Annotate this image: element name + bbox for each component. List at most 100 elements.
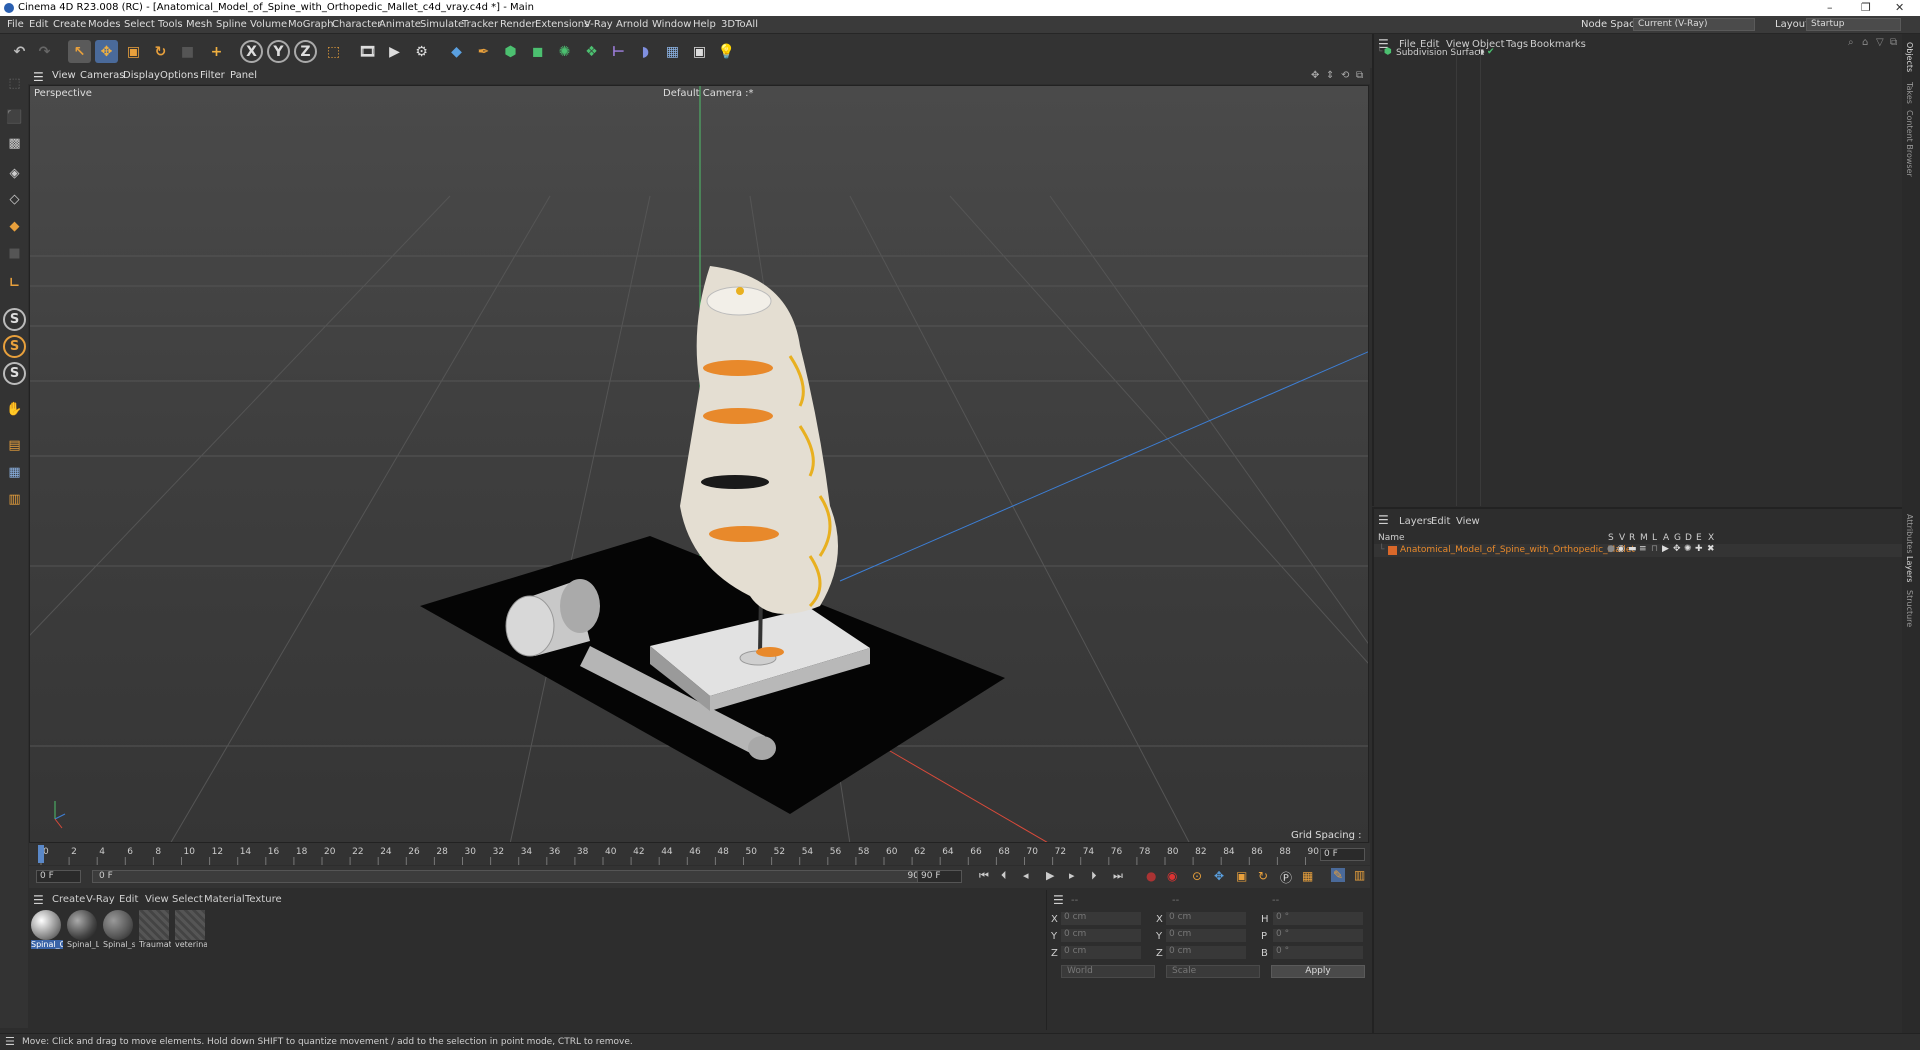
viewport-maximize-icon[interactable]: ⧉ [1356, 70, 1363, 81]
side-tab-layers[interactable]: Layers [1905, 556, 1914, 582]
cloner-icon[interactable]: ✺ [553, 40, 576, 63]
viewport-menu-panel[interactable]: Panel [230, 70, 257, 81]
camera-icon[interactable]: ▣ [688, 40, 711, 63]
end-frame-field[interactable]: 90 F [917, 870, 962, 883]
menu-mograph[interactable]: MoGraph [288, 19, 333, 30]
axis-mode-icon[interactable]: ∟ [3, 272, 26, 295]
goto-start-icon[interactable]: ⏮ [979, 869, 989, 883]
extrude-icon[interactable]: ◼ [526, 40, 549, 63]
points-mode-icon[interactable]: ◈ [3, 162, 26, 185]
workplane-icon[interactable]: ▤ [3, 434, 26, 457]
record-icon[interactable]: ● [1146, 869, 1156, 883]
add-tool-icon[interactable]: + [205, 40, 228, 63]
viewport-hamburger-icon[interactable]: ☰ [33, 70, 44, 84]
prev-frame-icon[interactable]: ◂ [1023, 869, 1029, 882]
next-frame-icon[interactable]: ▸ [1069, 869, 1075, 882]
prev-key-icon[interactable]: ⏴ [1001, 869, 1007, 883]
layer-deformers-icon[interactable]: ✺ [1684, 544, 1692, 554]
redo-icon[interactable]: ↷ [33, 40, 56, 63]
z-axis-icon[interactable]: Z [294, 40, 317, 63]
floor-icon[interactable]: ▦ [661, 40, 684, 63]
3d-viewport[interactable]: Perspective Default Camera :* Grid Spaci… [29, 85, 1369, 843]
polygons-mode-icon[interactable]: ◆ [3, 215, 26, 238]
keyframe-selection-icon[interactable]: ⊙ [1192, 869, 1202, 883]
side-tab-objects[interactable]: Objects [1905, 42, 1914, 72]
coords-hamburger-icon[interactable]: ☰ [1053, 893, 1064, 907]
cube-icon[interactable]: ◆ [445, 40, 468, 63]
mat-menu-material[interactable]: Material [204, 894, 245, 905]
menu-extensions[interactable]: Extensions [535, 19, 589, 30]
lock-workplane-icon[interactable]: ✋ [3, 398, 26, 421]
apply-button[interactable]: Apply [1271, 965, 1365, 978]
playhead-marker[interactable] [38, 845, 44, 863]
subdivision-icon[interactable]: ⬢ [499, 40, 522, 63]
workplane-snap-icon[interactable]: S [3, 362, 26, 385]
autokey-icon[interactable]: ◉ [1167, 869, 1177, 883]
coord-size-y-field[interactable]: 0 cm [1166, 929, 1246, 942]
mat-menu-edit[interactable]: Edit [119, 894, 138, 905]
layer-manager-icon[interactable]: ≡ [1639, 544, 1647, 554]
menu-create[interactable]: Create [53, 19, 86, 30]
coord-scale-select[interactable]: Scale [1166, 965, 1260, 978]
layer-color-swatch[interactable] [1388, 546, 1397, 555]
mat-menu-create[interactable]: Create [52, 894, 85, 905]
start-frame-field[interactable]: 0 F [36, 870, 81, 883]
minimize-button[interactable]: – [1827, 1, 1833, 14]
material-swatch[interactable]: Spinal_C [31, 910, 63, 954]
snap-icon[interactable]: S [3, 308, 26, 331]
mat-menu-view[interactable]: View [145, 894, 169, 905]
viewport-menu-options[interactable]: Options [160, 70, 199, 81]
viewport-zoom-icon[interactable]: ⇕ [1326, 70, 1334, 81]
coord-size-x-field[interactable]: 0 cm [1166, 912, 1246, 925]
recent-tool-icon[interactable]: ■ [176, 40, 199, 63]
coord-pos-x-field[interactable]: 0 cm [1061, 912, 1141, 925]
object-enabled-check-icon[interactable]: ✔ [1487, 47, 1495, 57]
layer-row[interactable]: └ Anatomical_Model_of_Spine_with_Orthope… [1374, 544, 1902, 557]
menu-spline[interactable]: Spline [216, 19, 247, 30]
coord-rot-p-field[interactable]: 0 ° [1273, 929, 1363, 942]
menu-simulate[interactable]: Simulate [420, 19, 464, 30]
material-swatch[interactable]: veterinar [175, 910, 207, 954]
coord-rot-b-field[interactable]: 0 ° [1273, 946, 1363, 959]
mat-menu-select[interactable]: Select [172, 894, 203, 905]
select-tool-icon[interactable]: ↖ [68, 40, 91, 63]
timeline-window-icon[interactable]: ▥ [1354, 868, 1365, 882]
material-swatch[interactable]: Spinal_L [67, 910, 99, 954]
menu-vray[interactable]: V-Ray [584, 19, 613, 30]
grid-icon[interactable]: ▦ [3, 461, 26, 484]
object-visibility-icon[interactable]: ▪ [1478, 47, 1484, 57]
viewport-move-icon[interactable]: ✥ [1311, 70, 1319, 81]
material-hamburger-icon[interactable]: ☰ [33, 893, 44, 907]
menu-file[interactable]: File [7, 19, 24, 30]
menu-tools[interactable]: Tools [158, 19, 183, 30]
pen-icon[interactable]: ✒ [472, 40, 495, 63]
layer-expressions-icon[interactable]: ✚ [1695, 544, 1703, 554]
object-row[interactable]: └ ⬢ Subdivision Surface ▪ ✔ [1374, 47, 1902, 59]
node-space-select[interactable]: Current (V-Ray) [1633, 18, 1755, 31]
side-tab-attributes[interactable]: Attributes [1905, 514, 1914, 554]
key-parameter-icon[interactable]: Ⓟ [1280, 869, 1292, 886]
mat-menu-texture[interactable]: Texture [245, 894, 282, 905]
menu-window[interactable]: Window [652, 19, 691, 30]
move-tool-icon[interactable]: ✥ [95, 40, 118, 63]
menu-animate[interactable]: Animate [379, 19, 421, 30]
menu-tracker[interactable]: Tracker [462, 19, 498, 30]
material-swatch[interactable]: Traumati [139, 910, 171, 954]
key-scale-icon[interactable]: ▣ [1236, 869, 1247, 883]
goto-end-icon[interactable]: ⏭ [1113, 869, 1123, 883]
layer-menu-layers[interactable]: Layers [1399, 516, 1432, 527]
texture-mode-icon[interactable]: ▩ [3, 132, 26, 155]
coord-pos-z-field[interactable]: 0 cm [1061, 946, 1141, 959]
next-key-icon[interactable]: ⏵ [1091, 869, 1097, 883]
layers-hamburger-icon[interactable]: ☰ [1378, 513, 1389, 527]
render-region-icon[interactable]: 🎞 [356, 40, 379, 63]
play-icon[interactable]: ▶ [1046, 869, 1054, 882]
layer-menu-edit[interactable]: Edit [1431, 516, 1450, 527]
layer-solo-icon[interactable]: ● [1607, 544, 1615, 554]
frame-range-slider[interactable]: 0 F 90 F [92, 870, 934, 883]
material-swatch[interactable]: Spinal_sl [103, 910, 135, 954]
render-settings-icon[interactable]: ⚙ [410, 40, 433, 63]
close-button[interactable]: ✕ [1895, 1, 1904, 14]
menu-modes[interactable]: Modes [88, 19, 120, 30]
model-mode-icon[interactable]: ⬛ [3, 106, 26, 129]
